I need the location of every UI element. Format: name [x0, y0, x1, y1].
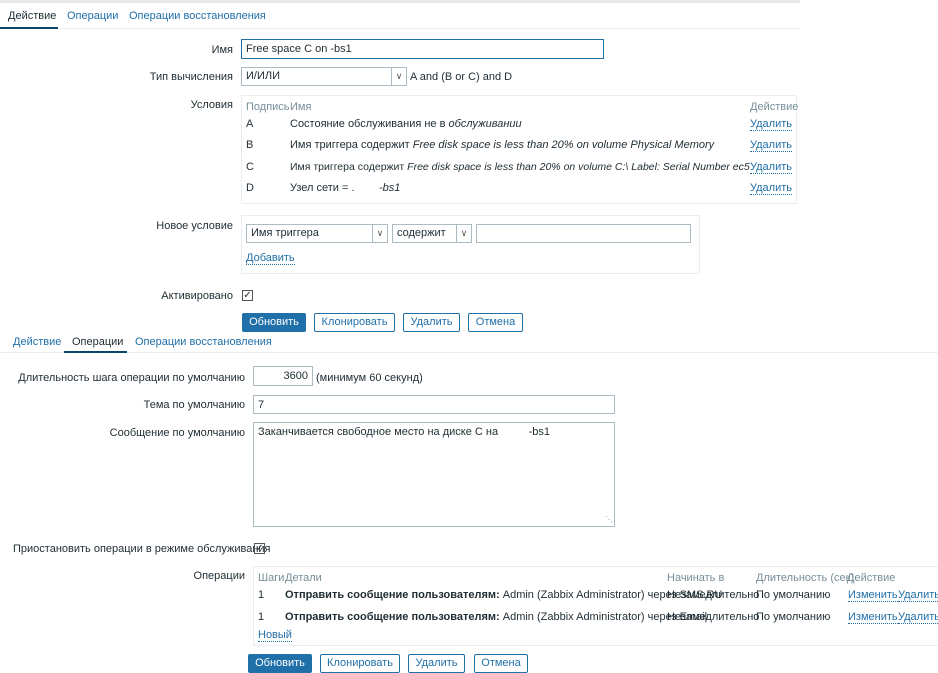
op-detail-bold: Отправить сообщение пользователям:	[285, 611, 500, 623]
col-name: Имя	[290, 101, 312, 113]
chevron-down-icon: ∨	[456, 225, 471, 242]
delete-condition-link[interactable]: Удалить	[750, 118, 792, 131]
clone-button[interactable]: Клонировать	[314, 313, 395, 332]
delete-condition-link[interactable]: Удалить	[750, 139, 792, 152]
cancel-button[interactable]: Отмена	[474, 654, 528, 673]
chevron-down-icon: ∨	[372, 225, 387, 242]
condition-operator-value: содержит	[397, 227, 446, 239]
condition-text: Имя триггера содержит	[290, 139, 413, 151]
subject-input[interactable]: 7	[253, 395, 615, 414]
update-button[interactable]: Обновить	[242, 313, 306, 332]
step-duration-input[interactable]: 3600	[253, 366, 313, 386]
col-details: Детали	[285, 572, 322, 584]
name-label: Имя	[211, 44, 233, 56]
delete-operation-link[interactable]: Удалить	[898, 611, 938, 624]
new-condition-label: Новое условие	[156, 220, 233, 232]
condition-type-value: Имя триггера	[251, 227, 319, 239]
condition-value: Free disk space is less than 20% on volu…	[412, 139, 715, 151]
op-step: 1	[258, 611, 265, 623]
subject-label: Тема по умолчанию	[143, 399, 245, 411]
condition-value: Free disk space is less than 20% on volu…	[407, 161, 773, 173]
condition-text: Узел сети = .	[290, 182, 379, 194]
step-duration-label: Длительность шага операции по умолчанию	[18, 372, 245, 384]
condition-type-select[interactable]: Имя триггера ∨	[246, 224, 388, 243]
tab-recovery-operations[interactable]: Операции восстановления	[135, 336, 272, 348]
calc-type-value: И/ИЛИ	[246, 70, 280, 82]
edit-operation-link[interactable]: Изменить	[848, 589, 898, 602]
condition-label: C	[246, 161, 254, 173]
new-operation-link[interactable]: Новый	[258, 629, 292, 642]
active-tab-indicator	[64, 351, 127, 353]
condition-label: A	[246, 118, 254, 130]
col-label: Подпись	[246, 101, 290, 113]
col-steps: Шаги	[258, 572, 285, 584]
delete-operation-link[interactable]: Удалить	[898, 589, 938, 602]
operations-label: Операции	[193, 570, 245, 582]
delete-condition-link[interactable]: Удалить	[750, 182, 792, 195]
condition-label: D	[246, 182, 254, 194]
col-action: Действие	[847, 572, 896, 584]
col-start: Начинать в	[667, 572, 725, 584]
op-detail-bold: Отправить сообщение пользователям:	[285, 589, 500, 601]
pause-label: Приостановить операции в режиме обслужив…	[13, 543, 271, 555]
top-border	[0, 0, 800, 3]
calc-type-label: Тип вычисления	[149, 71, 233, 83]
condition-value: -bs1	[379, 182, 401, 194]
conditions-label: Условия	[190, 99, 233, 111]
tab-operations[interactable]: Операции	[67, 10, 118, 22]
condition-text: Имя триггера содержит	[290, 161, 408, 173]
op-duration: По умолчанию	[756, 611, 831, 623]
condition-value: обслуживании	[448, 118, 522, 130]
delete-button[interactable]: Удалить	[408, 654, 465, 673]
update-button[interactable]: Обновить	[248, 654, 312, 673]
calc-type-select[interactable]: И/ИЛИ ∨	[241, 67, 407, 86]
delete-condition-link[interactable]: Удалить	[750, 161, 792, 174]
clone-button[interactable]: Клонировать	[320, 654, 400, 673]
op-duration: По умолчанию	[756, 589, 831, 601]
col-duration: Длительность (сек)	[756, 572, 855, 584]
message-textarea[interactable]: Заканчивается свободное место на диске C…	[253, 422, 615, 527]
pause-checkbox[interactable]: ✓	[254, 543, 265, 554]
enabled-label: Активировано	[161, 290, 233, 302]
condition-text: Состояние обслуживания не в	[290, 118, 449, 130]
name-input[interactable]: Free space C on -bs1	[241, 39, 604, 59]
chevron-down-icon: ∨	[391, 68, 406, 85]
tab-recovery-operations[interactable]: Операции восстановления	[129, 10, 266, 22]
message-label: Сообщение по умолчанию	[109, 427, 245, 439]
condition-operator-select[interactable]: содержит ∨	[392, 224, 472, 243]
active-tab-indicator	[0, 27, 58, 29]
edit-operation-link[interactable]: Изменить	[848, 611, 898, 624]
resize-handle-icon[interactable]: ⋱	[605, 515, 613, 524]
step-duration-hint: (минимум 60 секунд)	[316, 372, 423, 384]
condition-label: B	[246, 139, 254, 151]
tabs-divider	[0, 352, 938, 353]
condition-value-input[interactable]	[476, 224, 691, 243]
delete-button[interactable]: Удалить	[403, 313, 460, 332]
op-start: Незамедлительно	[667, 611, 760, 623]
col-action: Действие	[750, 101, 799, 113]
tab-action[interactable]: Действие	[8, 10, 56, 22]
enabled-checkbox[interactable]: ✓	[242, 290, 253, 301]
calc-formula: A and (B or C) and D	[410, 71, 513, 83]
tab-action[interactable]: Действие	[13, 336, 61, 348]
add-condition-link[interactable]: Добавить	[246, 252, 295, 265]
op-step: 1	[258, 589, 265, 601]
cancel-button[interactable]: Отмена	[468, 313, 523, 332]
tabs-divider	[0, 28, 800, 29]
tab-operations[interactable]: Операции	[72, 336, 123, 348]
op-start: Незамедлительно	[667, 589, 760, 601]
